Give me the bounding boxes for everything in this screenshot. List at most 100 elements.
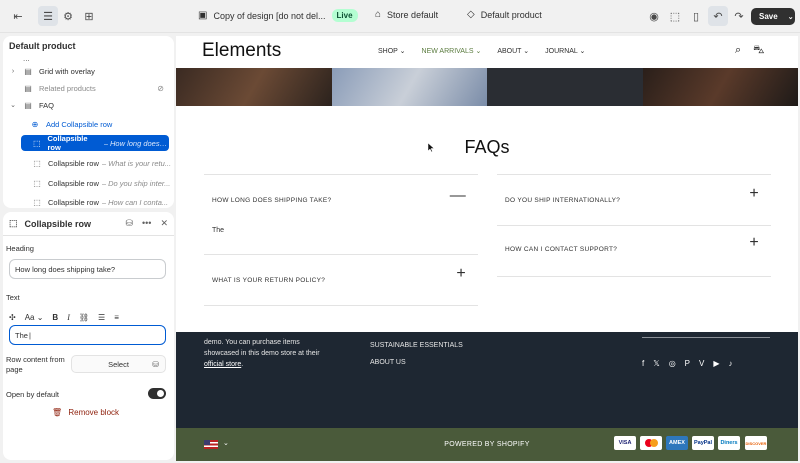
footer-link[interactable]: SUSTAINABLE ESSENTIALS xyxy=(370,337,463,354)
block-icon: ⬚ xyxy=(33,178,41,188)
nav-new-arrivals[interactable]: NEW ARRIVALS ⌄ xyxy=(422,47,482,55)
tree-item-label: Collapsible row xyxy=(47,134,88,152)
open-by-default-toggle[interactable] xyxy=(148,388,166,399)
email-input-underline xyxy=(642,337,770,338)
section-icon: ▤ xyxy=(24,83,32,93)
tree-item-collapsible-row-4[interactable]: ⬚ Collapsible row – How can I conta... xyxy=(3,194,174,208)
faq-item[interactable]: WHAT IS YOUR RETURN POLICY? + xyxy=(204,254,478,306)
text-editor-field[interactable]: The | xyxy=(9,325,166,345)
divider xyxy=(204,305,478,306)
block-icon: ⬚ xyxy=(33,197,41,207)
text-editor-value: The xyxy=(15,330,28,340)
tree-item-label: Collapsible row xyxy=(48,178,99,188)
tree-item-collapsible-row-3[interactable]: ⬚ Collapsible row – Do you ship inter... xyxy=(3,175,174,191)
theme-icon: ▣ xyxy=(198,10,208,21)
plus-icon[interactable]: + xyxy=(749,185,759,203)
sections-panel: Default product ... › ▤ Grid with overla… xyxy=(3,36,174,208)
storefront-preview: Elements SHOP ⌄ NEW ARRIVALS ⌄ ABOUT ⌄ J… xyxy=(176,36,798,461)
minus-icon[interactable]: — xyxy=(450,187,466,205)
image-tile xyxy=(487,68,643,106)
vimeo-icon[interactable]: V xyxy=(699,359,704,368)
more-sections-ellipsis: ... xyxy=(23,54,30,63)
tree-item-collapsible-row-2[interactable]: ⬚ Collapsible row – What is your retu... xyxy=(3,155,174,171)
remove-label: Remove block xyxy=(68,408,120,417)
template-name: Default product xyxy=(480,9,542,20)
redo-icon[interactable]: ↷ xyxy=(729,6,749,26)
chevron-down-icon[interactable]: ⌄ xyxy=(788,13,794,21)
paypal-icon: PayPal xyxy=(692,436,714,450)
mobile-preview-icon[interactable]: ▯ xyxy=(686,6,706,26)
facebook-icon[interactable]: f xyxy=(642,359,644,368)
plus-circle-icon: ⊕ xyxy=(31,119,39,129)
plus-icon[interactable]: + xyxy=(749,234,759,252)
search-icon[interactable]: ⌕ xyxy=(735,44,741,58)
faq-item[interactable]: HOW LONG DOES SHIPPING TAKE? — The xyxy=(204,174,478,254)
amex-icon: AMEX xyxy=(666,436,688,450)
hidden-eye-icon[interactable]: ⊘ xyxy=(157,84,164,93)
nav-journal[interactable]: JOURNAL ⌄ xyxy=(545,47,585,55)
add-collapsible-row-button[interactable]: ⊕ Add Collapsible row xyxy=(3,116,174,132)
youtube-icon[interactable]: ▶ xyxy=(713,359,719,368)
tree-item-grid-with-overlay[interactable]: › ▤ Grid with overlay xyxy=(3,63,174,79)
chevron-down-icon[interactable]: ⌄ xyxy=(8,101,18,109)
pinterest-icon[interactable]: P xyxy=(685,359,690,368)
faq-item[interactable]: DO YOU SHIP INTERNATIONALLY? + xyxy=(497,174,771,226)
tree-item-label: Related products xyxy=(39,83,96,93)
theme-selector[interactable]: ▣ Copy of design [do not del... Live xyxy=(198,9,358,22)
tree-item-faq[interactable]: ⌄ ▤ FAQ xyxy=(3,97,174,113)
close-icon[interactable]: ✕ xyxy=(160,218,168,229)
plus-icon[interactable]: + xyxy=(456,265,466,283)
trash-icon: 🗑 xyxy=(51,408,63,417)
tree-item-sub: – Do you ship inter... xyxy=(101,178,171,188)
store-selector[interactable]: ⌂ Store default xyxy=(375,9,438,20)
faq-answer: The xyxy=(212,227,225,234)
x-icon[interactable]: 𝕏 xyxy=(653,359,659,368)
store-name: Store default xyxy=(387,9,439,20)
save-button[interactable]: Save ⌄ xyxy=(751,8,795,25)
faq-question: DO YOU SHIP INTERNATIONALLY? xyxy=(505,197,621,204)
store-nav: SHOP ⌄ NEW ARRIVALS ⌄ ABOUT ⌄ JOURNAL ⌄ xyxy=(378,47,585,55)
instagram-icon[interactable]: ◎ xyxy=(669,359,676,368)
social-icons: f 𝕏 ◎ P V ▶ ♪ xyxy=(642,359,733,368)
bullet-list-icon[interactable]: ☰ xyxy=(98,313,105,322)
tree-item-sub: – How can I conta... xyxy=(101,197,169,207)
italic-icon[interactable]: I xyxy=(67,313,70,322)
faq-item[interactable]: HOW CAN I CONTACT SUPPORT? + xyxy=(497,225,771,276)
text-style-dropdown[interactable]: Aa ⌄ xyxy=(25,313,44,322)
apps-icon[interactable]: ⊞ xyxy=(79,6,99,26)
row-content-select-button[interactable]: Select ⛁ xyxy=(71,355,166,373)
tree-item-label: Grid with overlay xyxy=(39,66,95,76)
theme-name: Copy of design [do not del... xyxy=(213,10,326,21)
official-store-link[interactable]: official store xyxy=(204,361,241,368)
bold-icon[interactable]: B xyxy=(52,313,58,322)
chevron-right-icon[interactable]: › xyxy=(8,68,18,75)
theme-settings-icon[interactable]: ⚙ xyxy=(58,6,78,26)
ai-sparkle-icon[interactable]: ✣ xyxy=(9,313,16,322)
remove-block-button[interactable]: 🗑 Remove block xyxy=(0,408,171,417)
tree-item-related-products[interactable]: ▤ Related products ⊘ xyxy=(3,80,174,96)
inspector-icon[interactable]: ◉ xyxy=(644,6,664,26)
nav-shop[interactable]: SHOP ⌄ xyxy=(378,47,406,55)
select-element-icon[interactable]: ⬚ xyxy=(665,6,685,26)
dynamic-source-icon[interactable]: ⛁ xyxy=(152,360,159,369)
tiktok-icon[interactable]: ♪ xyxy=(729,359,733,368)
database-icon[interactable]: ⛁ xyxy=(125,218,133,229)
editor-topbar: ⇤ ☰ ⚙ ⊞ ▣ Copy of design [do not del... … xyxy=(0,0,800,33)
tree-item-collapsible-row-1[interactable]: ⬚ Collapsible row – How long does s... xyxy=(21,134,169,152)
heading-input[interactable]: How long does shipping take? xyxy=(9,259,166,279)
template-selector[interactable]: ◇ Default product xyxy=(467,9,542,20)
block-icon: ⬚ xyxy=(9,218,18,228)
cart-icon[interactable]: ⛍ xyxy=(753,44,764,58)
nav-about[interactable]: ABOUT ⌄ xyxy=(497,47,529,55)
numbered-list-icon[interactable]: ≡ xyxy=(114,313,119,322)
sections-icon[interactable]: ☰ xyxy=(38,6,58,26)
link-icon[interactable]: ⛓ xyxy=(79,313,89,322)
store-logo[interactable]: Elements xyxy=(202,40,281,62)
footer-text: demo. You can purchase items showcased i… xyxy=(204,339,320,368)
footer-link[interactable]: ABOUT US xyxy=(370,354,463,371)
exit-icon[interactable]: ⇤ xyxy=(8,6,28,26)
more-icon[interactable]: ••• xyxy=(142,218,151,229)
footer-links: SUSTAINABLE ESSENTIALS ABOUT US xyxy=(370,337,463,371)
undo-icon[interactable]: ↶ xyxy=(708,6,728,26)
save-label: Save xyxy=(759,12,778,21)
